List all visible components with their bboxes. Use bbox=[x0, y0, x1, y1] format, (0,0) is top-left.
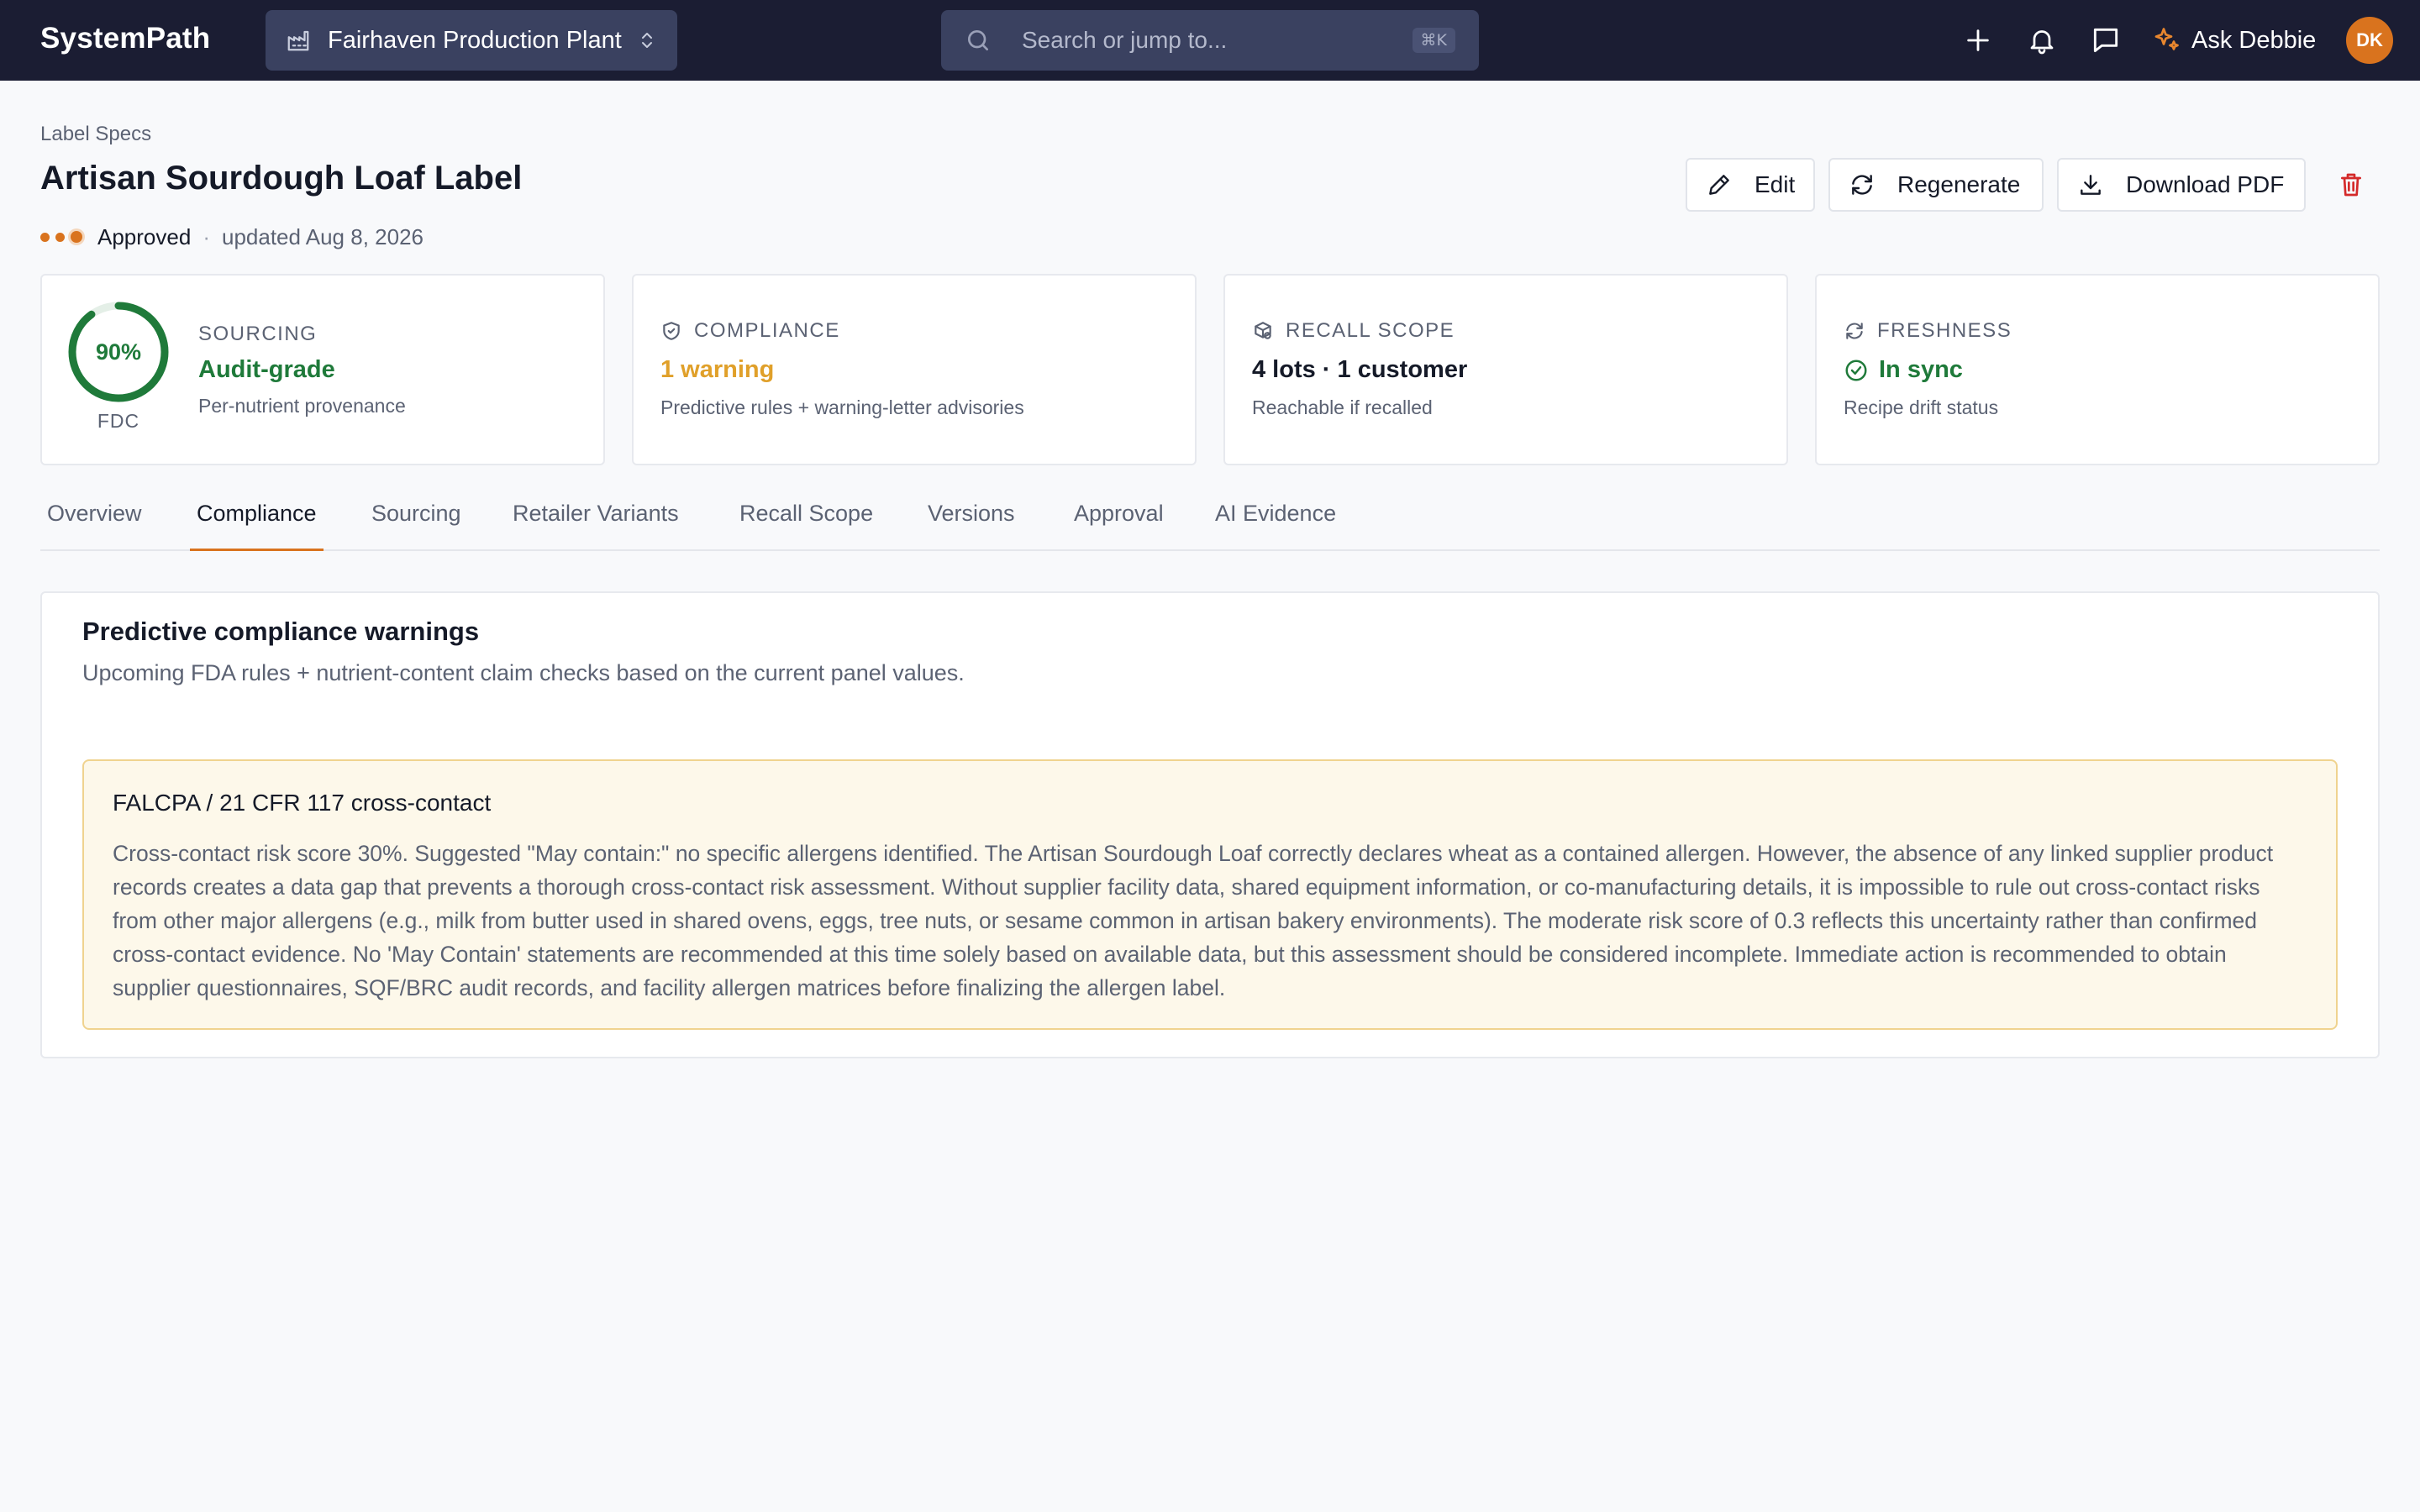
download-pdf-button[interactable]: Download PDF bbox=[2057, 158, 2306, 212]
freshness-card-label: FRESHNESS bbox=[1877, 319, 2012, 342]
updated-timestamp: updated Aug 8, 2026 bbox=[221, 223, 424, 249]
status-separator: · bbox=[203, 223, 210, 249]
freshness-card[interactable]: FRESHNESS In sync Recipe drift status bbox=[1815, 274, 2380, 465]
sourcing-card[interactable]: 90% FDC SOURCING Audit-grade Per-nutrien… bbox=[40, 274, 605, 465]
package-search-icon bbox=[1252, 320, 1274, 342]
recall-card-sub: Reachable if recalled bbox=[1252, 396, 1433, 418]
notifications-bell-icon[interactable] bbox=[2022, 20, 2062, 60]
progress-dot bbox=[40, 232, 50, 242]
panel-subtitle: Upcoming FDA rules + nutrient-content cl… bbox=[82, 660, 965, 685]
delete-trash-icon[interactable] bbox=[2334, 165, 2368, 205]
recall-card-label: RECALL SCOPE bbox=[1286, 319, 1455, 342]
search-shortcut-hint: ⌘K bbox=[1412, 28, 1455, 53]
warning-card: FALCPA / 21 CFR 117 cross-contact Cross-… bbox=[82, 759, 2338, 1030]
tab-bar: Overview Compliance Sourcing Retailer Va… bbox=[40, 492, 2380, 551]
tab-approval[interactable]: Approval bbox=[1067, 492, 1171, 551]
sourcing-progress-label: 90% bbox=[95, 339, 142, 365]
download-pdf-button-label: Download PDF bbox=[2126, 171, 2285, 197]
chevron-up-down-icon bbox=[637, 28, 657, 53]
plant-switcher-label: Fairhaven Production Plant bbox=[328, 26, 622, 54]
plant-switcher[interactable]: Fairhaven Production Plant bbox=[266, 10, 677, 71]
check-circle-icon bbox=[1844, 358, 1869, 383]
sourcing-progress-ring: 90% bbox=[67, 301, 170, 403]
breadcrumb[interactable]: Label Specs bbox=[40, 123, 151, 146]
global-search[interactable]: ⌘K bbox=[941, 10, 1479, 71]
sourcing-progress-caption: FDC bbox=[97, 410, 140, 432]
download-icon bbox=[2077, 171, 2104, 198]
refresh-icon bbox=[1844, 320, 1865, 342]
ask-debbie-button[interactable]: Ask Debbie bbox=[2151, 20, 2316, 60]
status-row: Approved · updated Aug 8, 2026 bbox=[40, 222, 424, 252]
edit-button-label: Edit bbox=[1754, 171, 1796, 197]
recall-card-header: RECALL SCOPE bbox=[1252, 319, 1455, 343]
sourcing-card-sub: Per-nutrient provenance bbox=[198, 395, 406, 417]
regenerate-button[interactable]: Regenerate bbox=[1828, 158, 2044, 212]
warning-body: Cross-contact risk score 30%. Suggested … bbox=[113, 841, 2274, 1000]
sourcing-card-label: SOURCING bbox=[198, 323, 318, 345]
freshness-value-text: In sync bbox=[1879, 356, 1963, 383]
regenerate-button-label: Regenerate bbox=[1897, 171, 2021, 197]
messages-icon[interactable] bbox=[2086, 20, 2126, 60]
add-icon[interactable] bbox=[1958, 20, 1998, 60]
refresh-icon bbox=[1849, 171, 1876, 198]
compliance-card-sub: Predictive rules + warning-letter adviso… bbox=[660, 396, 1024, 418]
shield-check-icon bbox=[660, 320, 682, 342]
ask-debbie-label: Ask Debbie bbox=[2191, 26, 2317, 54]
freshness-card-header: FRESHNESS bbox=[1844, 319, 2012, 343]
pencil-icon bbox=[1706, 171, 1733, 198]
page-title: Artisan Sourdough Loaf Label bbox=[40, 160, 523, 197]
compliance-card-header: COMPLIANCE bbox=[660, 319, 840, 343]
progress-dot bbox=[55, 232, 65, 242]
warning-title: FALCPA / 21 CFR 117 cross-contact bbox=[113, 790, 492, 816]
approval-progress-dots bbox=[40, 231, 82, 243]
app-logo[interactable]: SystemPath bbox=[40, 22, 210, 55]
compliance-warnings-panel: Predictive compliance warnings Upcoming … bbox=[40, 591, 2380, 1058]
sourcing-card-value: Audit-grade bbox=[198, 356, 335, 383]
tab-overview[interactable]: Overview bbox=[40, 492, 149, 551]
panel-title: Predictive compliance warnings bbox=[82, 617, 480, 646]
status-badge: Approved bbox=[97, 223, 192, 249]
edit-button[interactable]: Edit bbox=[1686, 158, 1815, 212]
recall-card-value: 4 lots · 1 customer bbox=[1252, 356, 1468, 383]
factory-icon bbox=[286, 28, 311, 53]
tab-versions[interactable]: Versions bbox=[921, 492, 1022, 551]
compliance-card-value: 1 warning bbox=[660, 356, 775, 383]
tab-sourcing[interactable]: Sourcing bbox=[365, 492, 468, 551]
top-nav-bar: SystemPath Fairhaven Production Plant ⌘K bbox=[0, 0, 2420, 81]
compliance-card[interactable]: COMPLIANCE 1 warning Predictive rules + … bbox=[632, 274, 1197, 465]
user-avatar[interactable]: DK bbox=[2346, 17, 2393, 64]
tab-retailer-variants[interactable]: Retailer Variants bbox=[506, 492, 686, 551]
search-input[interactable] bbox=[1022, 27, 1413, 54]
tab-recall-scope[interactable]: Recall Scope bbox=[733, 492, 880, 551]
freshness-card-sub: Recipe drift status bbox=[1844, 396, 1999, 418]
tab-compliance[interactable]: Compliance bbox=[190, 492, 324, 551]
sparkles-icon bbox=[2151, 25, 2181, 55]
freshness-card-value: In sync bbox=[1844, 356, 1963, 384]
search-icon bbox=[965, 27, 992, 54]
compliance-card-label: COMPLIANCE bbox=[694, 319, 840, 342]
recall-scope-card[interactable]: RECALL SCOPE 4 lots · 1 customer Reachab… bbox=[1223, 274, 1788, 465]
tab-ai-evidence[interactable]: AI Evidence bbox=[1208, 492, 1343, 551]
progress-dot-current bbox=[71, 231, 82, 243]
